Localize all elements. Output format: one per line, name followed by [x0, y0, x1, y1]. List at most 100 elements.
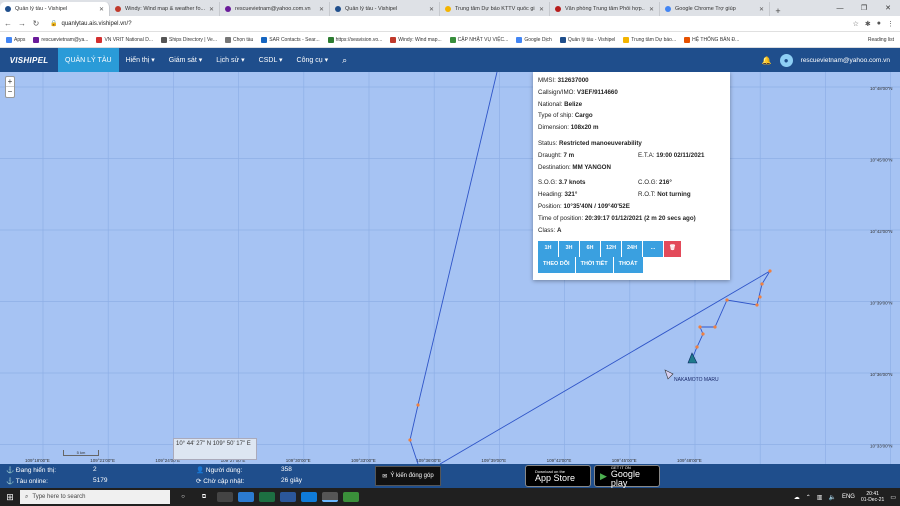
clock[interactable]: 20:41 01-Dec-21 — [861, 491, 884, 503]
taskbar-search[interactable]: ⌕ Type here to search — [20, 490, 170, 504]
menu-item[interactable]: QUẢN LÝ TÀU — [58, 48, 119, 72]
language-indicator[interactable]: ENG — [842, 494, 855, 500]
zoom-out-button[interactable]: − — [6, 87, 14, 97]
browser-tab[interactable]: rescuevietnam@yahoo.com.vn ✕ — [220, 2, 330, 16]
tab-title: Trung tâm Dự báo KTTV quốc gi... — [455, 6, 535, 12]
bookmark-item[interactable]: VN VRIT National D... — [96, 36, 153, 43]
history-button[interactable]: 1H — [538, 241, 558, 258]
selected-ship-icon[interactable] — [687, 352, 698, 364]
status-label: Status: — [538, 139, 558, 147]
feedback-button[interactable]: ✉ Ý kiến đóng góp — [375, 466, 441, 486]
action-button[interactable]: THEO DÕI — [538, 257, 575, 274]
word-icon[interactable] — [280, 492, 296, 502]
scale-bar: 5 km — [63, 450, 99, 456]
google-play-badge[interactable]: ▶ GET IT ON Google play — [594, 465, 660, 487]
app-store-badge[interactable]: Download on the App Store — [525, 465, 591, 487]
chevron-up-icon[interactable]: ⌃ — [806, 494, 811, 501]
bookmark-item[interactable]: rescuevietnam@ya... — [33, 36, 88, 43]
close-tab-icon[interactable]: ✕ — [539, 6, 544, 13]
action-button[interactable]: THỜI TIẾT — [575, 257, 613, 274]
new-tab-button[interactable]: + — [770, 6, 786, 16]
task-view-icon[interactable]: ⧉ — [196, 492, 212, 502]
weather-icon[interactable]: ☁ — [794, 494, 800, 501]
close-window-button[interactable]: ✕ — [876, 4, 900, 12]
action-button[interactable]: THOÁT — [613, 257, 643, 274]
history-button[interactable]: 12H — [601, 241, 621, 258]
menu-item[interactable]: CSDL ▾ — [252, 48, 290, 72]
forward-icon[interactable]: → — [16, 19, 28, 28]
tab-favicon-icon — [115, 6, 121, 12]
back-icon[interactable]: ← — [2, 19, 14, 28]
history-button[interactable]: ... — [643, 241, 663, 258]
volume-icon[interactable]: 🔈 — [828, 494, 835, 501]
history-button[interactable]: 6H — [580, 241, 600, 258]
map-canvas[interactable]: 10°48'00"N 10°45'00"N 10°42'00"N 10°39'00"N… — [0, 72, 900, 464]
lat-label: 10°36'00"N — [870, 372, 893, 377]
bookmark-label: Ships Directory | Ve... — [169, 36, 217, 43]
zoom-in-button[interactable]: + — [6, 77, 14, 87]
bookmark-item[interactable]: Ships Directory | Ve... — [161, 36, 217, 43]
time-label: Time of position: — [538, 214, 584, 222]
extensions-icon[interactable]: ✱ — [865, 20, 871, 28]
menu-item[interactable]: Công cụ ▾ — [290, 48, 336, 72]
close-tab-icon[interactable]: ✕ — [319, 6, 324, 13]
bookmark-item[interactable]: Trung tâm Dự báo... — [623, 36, 676, 43]
url-field[interactable]: 🔒 quanlytau.ais.vishipel.vn/? — [50, 20, 132, 28]
edge-icon[interactable] — [301, 492, 317, 502]
bookmark-item[interactable]: Google Dịch — [516, 36, 552, 43]
network-icon[interactable]: ▥ — [817, 494, 823, 501]
user-email[interactable]: rescuevietnam@yahoo.com.vn — [801, 57, 890, 64]
browser-tab[interactable]: Trung tâm Dự báo KTTV quốc gi... ✕ — [440, 2, 550, 16]
bookmark-item[interactable]: Apps — [6, 36, 25, 43]
destination-label: Destination: — [538, 163, 571, 171]
search-icon[interactable]: ⌕ — [335, 48, 354, 72]
browser-tab[interactable]: Quản lý tàu - Vishipel ✕ — [0, 2, 110, 16]
app-icon[interactable] — [343, 492, 359, 502]
vishipel-logo[interactable]: VISHIPEL — [0, 48, 58, 72]
ship-label[interactable]: NAKAMOTO MARU — [674, 377, 719, 383]
bell-icon[interactable]: 🔔 — [762, 56, 772, 65]
menu-item[interactable]: Hiển thị ▾ — [119, 48, 162, 72]
browser-tab[interactable]: Google Chrome Trợ giúp ✕ — [660, 2, 770, 16]
close-tab-icon[interactable]: ✕ — [99, 6, 104, 13]
bookmark-item[interactable]: CẬP NHẬT VỤ VIỆC... — [449, 36, 508, 43]
bookmark-favicon-icon — [449, 36, 456, 43]
update-label: ⟳ Chờ cập nhật: — [196, 478, 245, 485]
chrome-icon[interactable] — [322, 492, 338, 502]
bookmark-item[interactable]: https://seavision.vo... — [327, 36, 382, 43]
bookmark-item[interactable]: HỆ THỐNG BẢN Đ... — [684, 36, 739, 43]
star-icon[interactable]: ☆ — [853, 20, 859, 28]
browser-tab[interactable]: Quản lý tàu - Vishipel ✕ — [330, 2, 440, 16]
history-button[interactable]: 24H — [622, 241, 642, 258]
close-tab-icon[interactable]: ✕ — [209, 6, 214, 13]
bookmark-item[interactable]: SAR Contacts - Sear... — [261, 36, 320, 43]
ship-nakamoto-icon[interactable] — [664, 369, 674, 380]
notification-icon[interactable]: ▭ — [890, 494, 896, 501]
bookmark-item[interactable]: Quản lý tàu - Vishipel — [559, 36, 615, 43]
minimize-button[interactable]: — — [828, 5, 852, 12]
menu-dots-icon[interactable]: ⋮ — [887, 20, 894, 28]
maximize-button[interactable]: ❐ — [852, 4, 876, 12]
close-tab-icon[interactable]: ✕ — [429, 6, 434, 13]
profile-icon[interactable]: ● — [877, 20, 881, 28]
bookmark-item[interactable]: Windy: Wind map... — [390, 36, 442, 43]
reading-list-button[interactable]: Reading list — [868, 37, 894, 43]
reload-icon[interactable]: ↻ — [30, 19, 42, 28]
bookmark-item[interactable]: Chọn tàu — [224, 36, 253, 43]
browser-tab[interactable]: Văn phòng Trung tâm Phối hợp... ✕ — [550, 2, 660, 16]
delete-track-button[interactable]: 🗑 — [664, 241, 681, 258]
menu-item[interactable]: Lịch sử ▾ — [209, 48, 251, 72]
user-avatar-icon[interactable]: ● — [779, 53, 793, 67]
online-label: ⚓ Tàu online: — [6, 478, 48, 485]
cortana-icon[interactable]: ○ — [175, 492, 191, 502]
close-tab-icon[interactable]: ✕ — [759, 6, 764, 13]
browser-tab[interactable]: Windy: Wind map & weather fo... ✕ — [110, 2, 220, 16]
windows-start-icon[interactable]: ⊞ — [0, 492, 20, 503]
mail-app-icon[interactable] — [238, 492, 254, 502]
history-button[interactable]: 3H — [559, 241, 579, 258]
excel-icon[interactable] — [259, 492, 275, 502]
menu-item[interactable]: Giám sát ▾ — [162, 48, 209, 72]
users-value: 358 — [281, 466, 292, 473]
close-tab-icon[interactable]: ✕ — [649, 6, 654, 13]
zalo-icon[interactable] — [217, 492, 233, 502]
